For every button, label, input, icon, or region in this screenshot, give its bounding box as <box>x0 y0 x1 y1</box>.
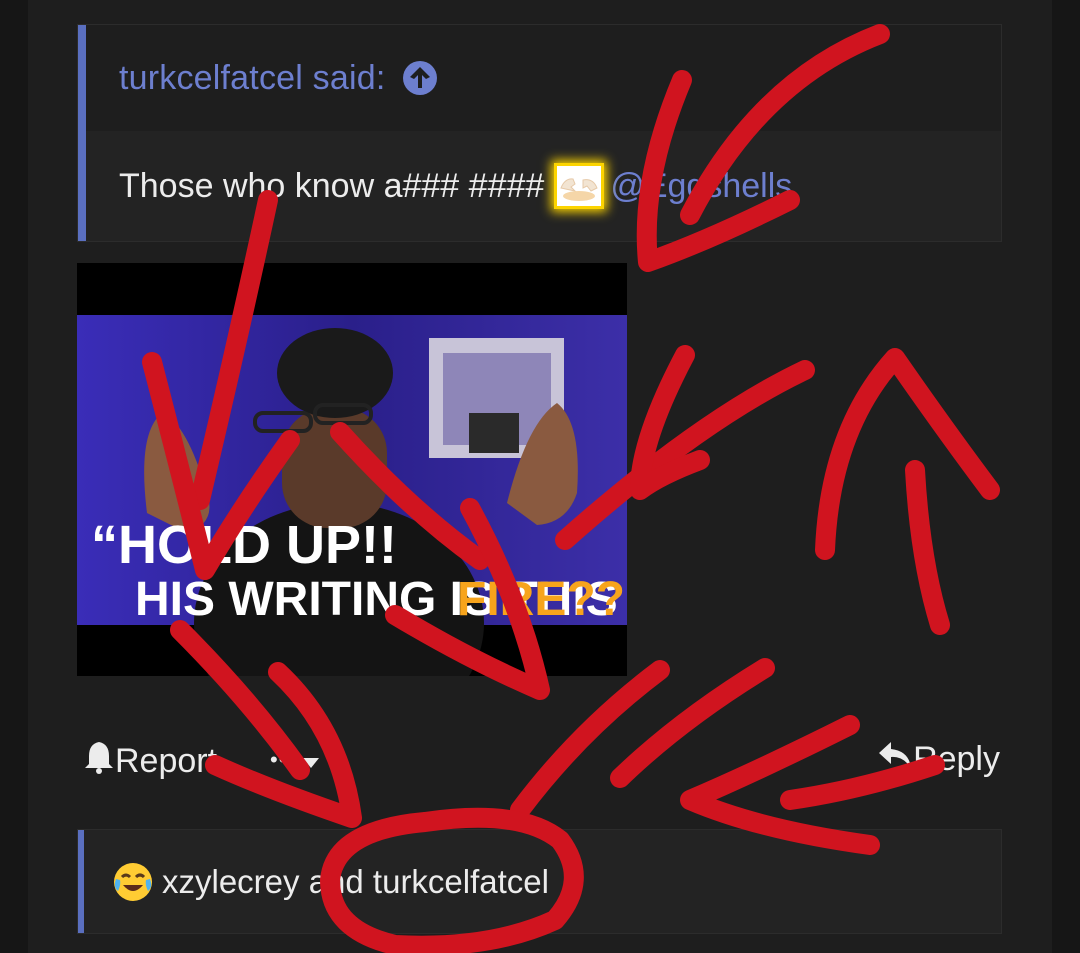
quote-body: Those who know a### #### @Eggshells <box>86 131 1001 241</box>
quote-block: turkcelfatcel said: Those who know a### … <box>77 24 1002 242</box>
report-button[interactable]: Report <box>83 740 217 783</box>
reply-arrow-icon <box>877 740 913 779</box>
thumbnail-caption-line1: “HOLD UP!! <box>91 515 397 575</box>
reactions-accent-bar <box>78 830 84 933</box>
page: turkcelfatcel said: Those who know a### … <box>0 0 1080 953</box>
report-label: Report <box>115 742 218 780</box>
video-thumbnail: “HOLD UP!! HIS WRITING IS THIS FIRE???” <box>77 263 627 676</box>
crying-laughing-emoji <box>112 861 154 903</box>
arrow-up-circle-icon[interactable] <box>403 61 438 95</box>
eggshells-mention-link[interactable]: @Eggshells <box>610 167 792 206</box>
bell-icon <box>83 740 115 783</box>
quote-header[interactable]: turkcelfatcel said: <box>86 25 1001 131</box>
reactions-bar[interactable]: xzylecrey and turkcelfatcel <box>77 829 1002 934</box>
post-actions: Report ••• Reply <box>77 735 1002 790</box>
reply-button[interactable]: Reply <box>877 740 1000 779</box>
chevron-down-icon <box>302 740 320 779</box>
reply-label: Reply <box>913 740 1000 778</box>
post-image[interactable]: “HOLD UP!! HIS WRITING IS THIS FIRE???” <box>77 263 627 676</box>
quote-accent-bar <box>78 25 86 241</box>
cracked-egg-emoji <box>554 163 605 209</box>
more-dots-icon: ••• <box>270 746 297 772</box>
reaction-users-text[interactable]: xzylecrey and turkcelfatcel <box>162 863 549 901</box>
reactions-content: xzylecrey and turkcelfatcel <box>112 830 549 933</box>
quote-text: Those who know a### #### @Eggshells <box>119 163 792 209</box>
more-options-button[interactable]: ••• <box>270 740 320 779</box>
quote-text-plain: Those who know a### #### <box>119 166 545 205</box>
thumbnail-caption-line2-orange: FIRE???” <box>457 573 627 626</box>
quote-author[interactable]: turkcelfatcel said: <box>119 59 385 98</box>
